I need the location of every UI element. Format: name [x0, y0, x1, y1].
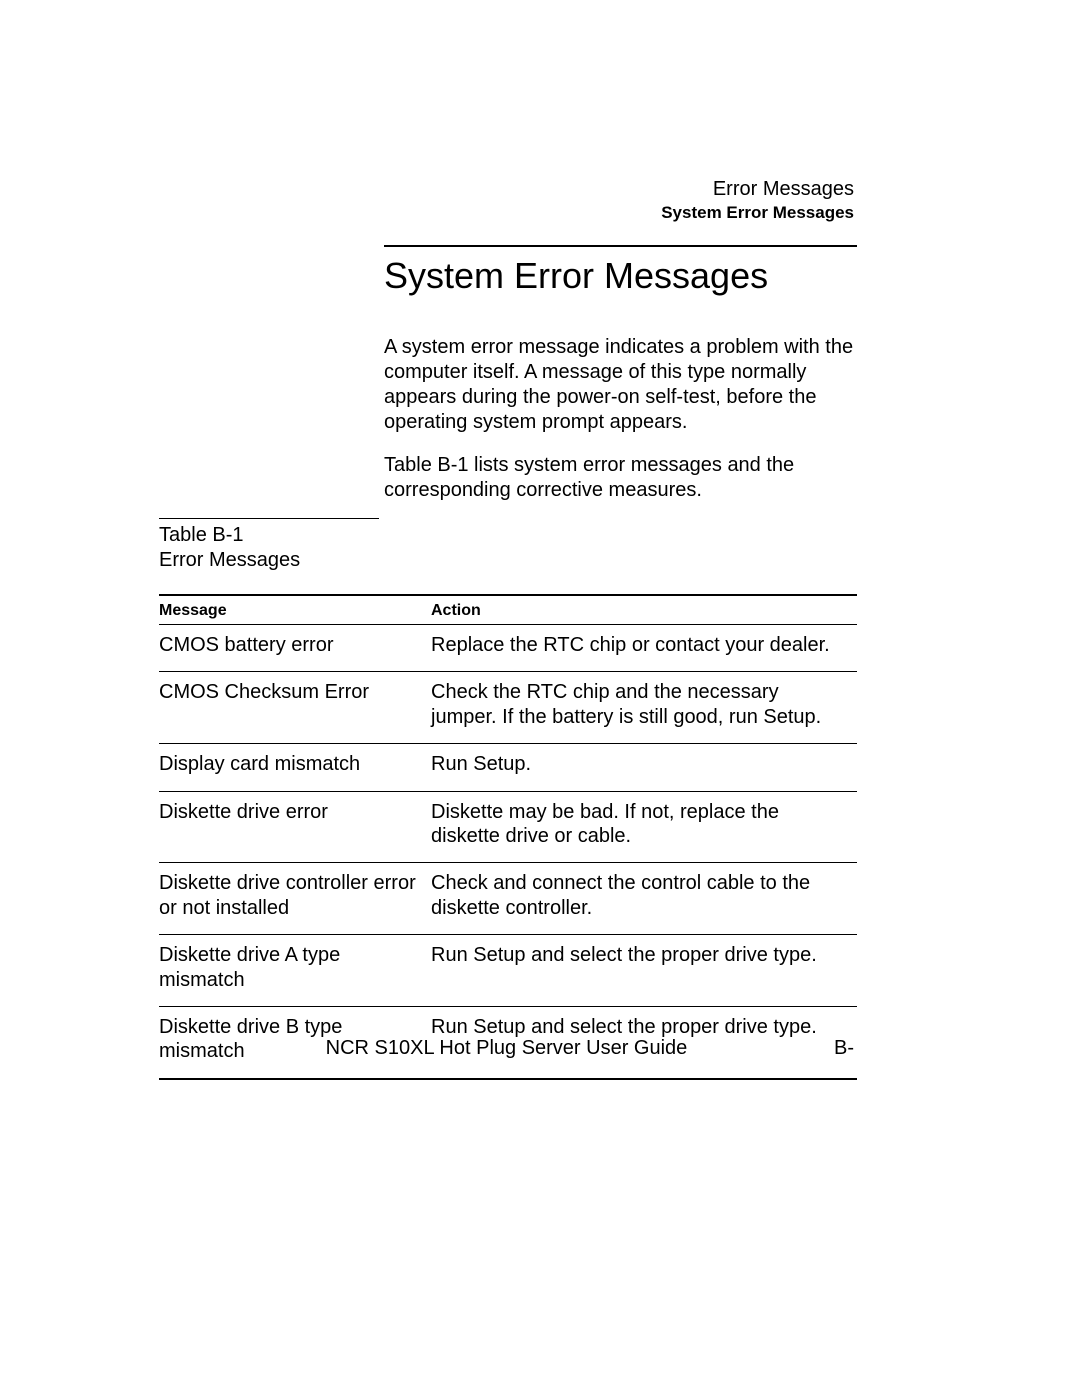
cell-message: Diskette drive controller error or not i…: [159, 863, 431, 935]
cell-action: Diskette may be bad. If not, replace the…: [431, 791, 857, 863]
caption-label: Table B-1: [159, 523, 379, 548]
caption-title: Error Messages: [159, 548, 379, 573]
intro-paragraph-1: A system error message indicates a probl…: [384, 335, 857, 435]
table-bottom-rule: [159, 1078, 857, 1080]
running-header: Error Messages System Error Messages: [661, 178, 854, 223]
header-section: System Error Messages: [661, 203, 854, 223]
caption-rule: [159, 518, 379, 519]
col-header-message: Message: [159, 595, 431, 625]
page: Error Messages System Error Messages Sys…: [0, 0, 1080, 1397]
cell-message: Diskette drive error: [159, 791, 431, 863]
intro-paragraph-2: Table B-1 lists system error messages an…: [384, 453, 857, 503]
cell-action: Replace the RTC chip or contact your dea…: [431, 625, 857, 672]
footer-page-number: B-: [834, 1037, 854, 1060]
cell-message: Display card mismatch: [159, 744, 431, 791]
table-row: CMOS battery error Replace the RTC chip …: [159, 625, 857, 672]
table-row: Diskette drive error Diskette may be bad…: [159, 791, 857, 863]
table-row: CMOS Checksum Error Check the RTC chip a…: [159, 672, 857, 744]
page-title: System Error Messages: [384, 255, 857, 297]
title-block: System Error Messages: [384, 245, 857, 297]
table-row: Diskette drive A type mismatch Run Setup…: [159, 935, 857, 1007]
title-rule: [384, 245, 857, 247]
cell-action: Run Setup and select the proper drive ty…: [431, 935, 857, 1007]
table-row: Diskette drive controller error or not i…: [159, 863, 857, 935]
caption-text: Table B-1 Error Messages: [159, 523, 379, 573]
table-header-row: Message Action: [159, 595, 857, 625]
error-messages-table: Message Action CMOS battery error Replac…: [159, 594, 857, 1080]
cell-action: Check the RTC chip and the necessary jum…: [431, 672, 857, 744]
footer-title: NCR S10XL Hot Plug Server User Guide: [159, 1037, 854, 1060]
table-bottom-rule-row: [159, 1078, 857, 1080]
intro-text: A system error message indicates a probl…: [384, 335, 857, 521]
cell-message: CMOS Checksum Error: [159, 672, 431, 744]
cell-action: Run Setup.: [431, 744, 857, 791]
cell-message: Diskette drive A type mismatch: [159, 935, 431, 1007]
col-header-action: Action: [431, 595, 857, 625]
cell-message: CMOS battery error: [159, 625, 431, 672]
table-row: Display card mismatch Run Setup.: [159, 744, 857, 791]
header-chapter: Error Messages: [661, 178, 854, 201]
cell-action: Check and connect the control cable to t…: [431, 863, 857, 935]
table-caption: Table B-1 Error Messages: [159, 518, 379, 573]
